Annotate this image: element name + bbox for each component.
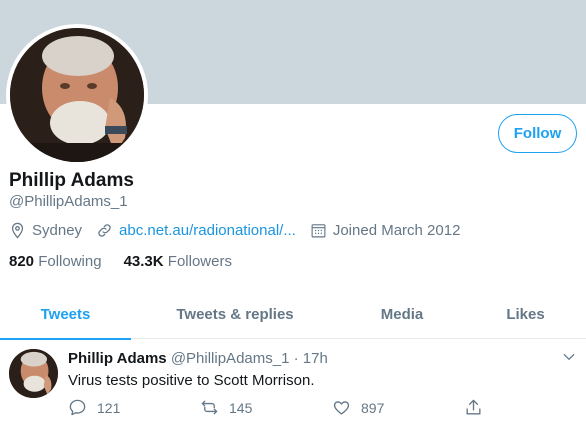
reply-icon [69, 399, 86, 416]
followers-label: Followers [167, 253, 232, 270]
link-icon [98, 224, 111, 237]
tweet-separator: · [293, 350, 299, 367]
tweet-header: Phillip Adams @PhillipAdams_1 · 17h [68, 350, 328, 367]
tab-media[interactable]: Media [339, 290, 465, 339]
reply-count: 121 [97, 399, 121, 416]
profile-tabs: Tweets Tweets & replies Media Likes [0, 290, 586, 340]
followers-stat[interactable]: 43.3K Followers [124, 253, 232, 270]
tweet-author-name[interactable]: Phillip Adams [68, 350, 167, 367]
profile-website[interactable]: abc.net.au/radionational/... [96, 222, 296, 239]
profile-avatar[interactable] [10, 28, 144, 162]
calendar-icon [311, 224, 326, 238]
like-button[interactable]: 897 [332, 398, 464, 417]
location-text: Sydney [32, 222, 83, 239]
retweet-count: 145 [229, 399, 253, 416]
joined-text: Joined March 2012 [332, 222, 461, 239]
tab-tweets[interactable]: Tweets [0, 290, 131, 340]
profile-avatar-frame [6, 24, 148, 166]
follow-button[interactable]: Follow [498, 114, 577, 153]
following-stat[interactable]: 820 Following [9, 253, 102, 270]
following-count: 820 [9, 253, 35, 270]
profile-meta: Sydney abc.net.au/radionational/... Join… [9, 222, 474, 239]
tweet-actions: 121 145 897 [68, 398, 508, 417]
share-icon [466, 399, 481, 415]
profile-joined: Joined March 2012 [310, 222, 461, 239]
tweet-time[interactable]: 17h [303, 350, 328, 367]
chevron-down-icon[interactable] [562, 350, 576, 364]
tweet-avatar[interactable] [9, 349, 58, 398]
followers-count: 43.3K [123, 253, 164, 270]
reply-button[interactable]: 121 [68, 398, 200, 417]
tweet-text: Virus tests positive to Scott Morrison. [68, 372, 315, 389]
profile-stats: 820 Following 43.3K Followers [9, 253, 254, 270]
website-link[interactable]: abc.net.au/radionational/... [119, 222, 296, 239]
avatar-portrait-image [10, 28, 144, 162]
following-label: Following [38, 253, 102, 270]
retweet-button[interactable]: 145 [200, 398, 332, 417]
tab-likes[interactable]: Likes [465, 290, 586, 339]
share-button[interactable] [464, 398, 504, 417]
profile-handle: @PhillipAdams_1 [9, 193, 128, 210]
tweet-author-handle[interactable]: @PhillipAdams_1 [171, 350, 290, 367]
tweet-avatar-image [9, 349, 58, 398]
profile-location: Sydney [9, 222, 82, 239]
profile-name: Phillip Adams [9, 170, 134, 191]
like-icon [333, 401, 350, 415]
like-count: 897 [361, 399, 385, 416]
tweet-item[interactable]: Phillip Adams @PhillipAdams_1 · 17h Viru… [0, 340, 586, 425]
location-icon [11, 222, 24, 239]
retweet-icon [201, 400, 218, 415]
tab-tweets-replies[interactable]: Tweets & replies [131, 290, 339, 339]
